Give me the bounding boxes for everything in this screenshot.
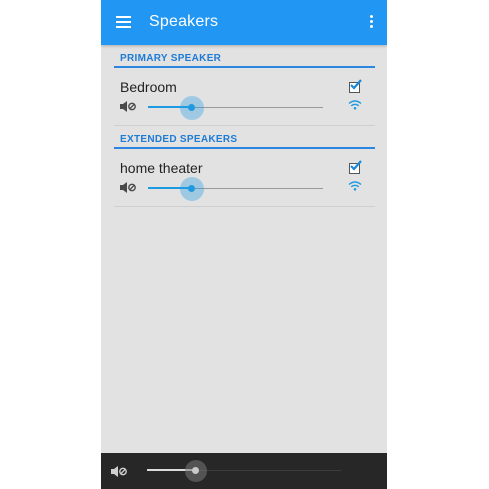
section-divider: [114, 66, 375, 68]
speaker-checkbox[interactable]: [349, 79, 362, 93]
section-divider: [114, 147, 375, 149]
speaker-checkbox[interactable]: [349, 160, 362, 174]
app-bar: Speakers: [101, 0, 387, 45]
hamburger-menu-icon[interactable]: [116, 16, 131, 28]
row-divider: [114, 125, 375, 126]
wifi-signal-icon: [348, 181, 362, 191]
speaker-mute-icon[interactable]: [120, 182, 137, 193]
speaker-mute-icon[interactable]: [120, 101, 137, 112]
more-vert-icon[interactable]: [369, 15, 373, 29]
wifi-signal-icon: [348, 100, 362, 110]
master-volume-bar: [101, 453, 387, 489]
master-volume-slider[interactable]: [147, 456, 341, 486]
page-title: Speakers: [149, 13, 219, 30]
slider-thumb[interactable]: [192, 467, 199, 474]
speaker-volume-slider[interactable]: [148, 93, 323, 123]
speaker-mute-icon[interactable]: [111, 466, 128, 477]
row-divider: [114, 206, 375, 207]
speakers-screen: Speakers PRIMARY SPEAKER Bedroom EXTENDE…: [101, 0, 387, 489]
speaker-volume-slider[interactable]: [148, 174, 323, 204]
